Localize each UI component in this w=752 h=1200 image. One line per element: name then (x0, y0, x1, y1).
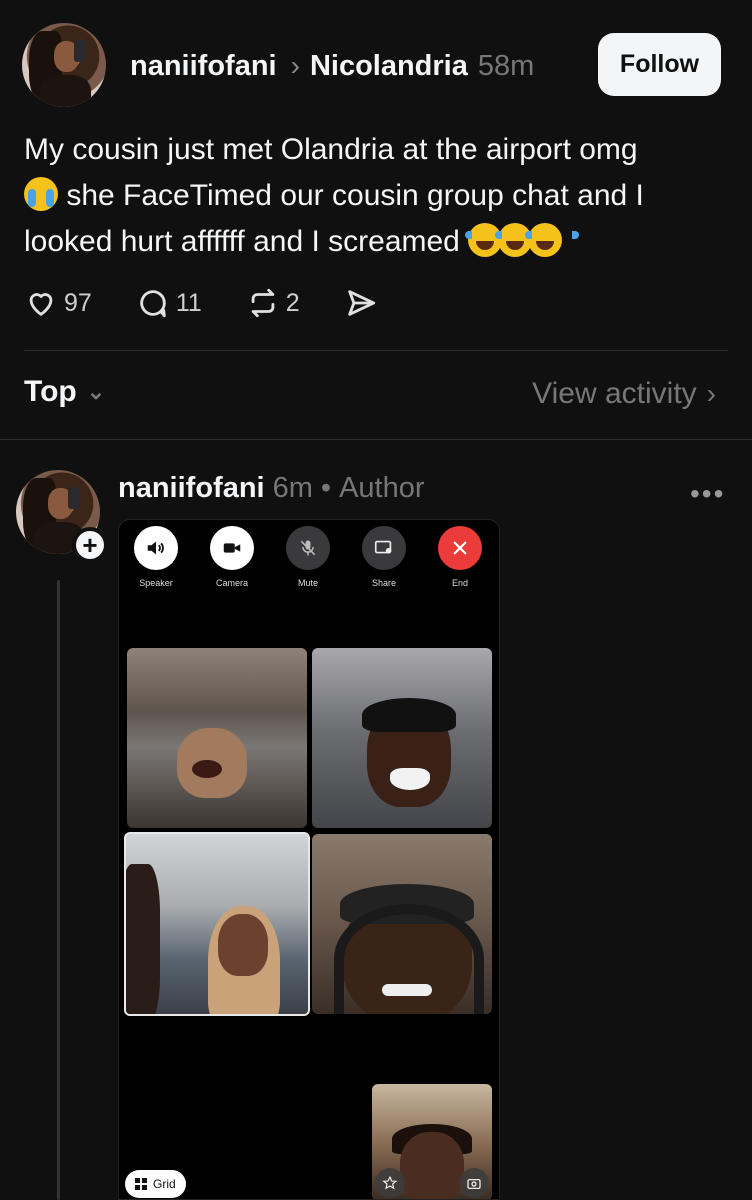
sort-dropdown[interactable]: Top ⌄ (24, 375, 105, 409)
comment-count: 11 (175, 288, 202, 317)
like-count: 97 (64, 288, 92, 317)
end-control: End (430, 526, 490, 588)
close-icon (438, 526, 482, 570)
post-text-line: she FaceTimed our cousin group chat and … (24, 173, 724, 219)
author-badge: Author (339, 471, 425, 504)
post-text-line: My cousin just met Olandria at the airpo… (24, 133, 638, 166)
video-tile (312, 834, 492, 1014)
chevron-right-icon: › (706, 378, 716, 409)
camera-icon (210, 526, 254, 570)
divider (0, 439, 752, 440)
camera-control: Camera (202, 526, 262, 588)
thread-line (57, 580, 60, 1200)
mute-control: Mute (278, 526, 338, 588)
reply-time: 6m (272, 471, 313, 504)
more-options-icon[interactable]: ••• (690, 478, 725, 510)
comment-button[interactable]: 11 (136, 286, 202, 320)
follow-button[interactable]: Follow (598, 33, 721, 96)
sort-label: Top (24, 375, 77, 408)
repost-button[interactable]: 2 (246, 286, 300, 320)
send-icon (347, 290, 375, 316)
share-button[interactable] (344, 286, 384, 320)
author-avatar[interactable] (22, 23, 106, 107)
post-actions: 97 11 2 (24, 283, 428, 323)
view-activity-link[interactable]: View activity › (532, 377, 716, 411)
repost-icon (251, 288, 275, 318)
post-text: My cousin just met Olandria at the airpo… (24, 127, 724, 265)
comment-icon (140, 290, 166, 318)
follow-plus-icon[interactable]: + (72, 527, 108, 563)
repost-count: 2 (285, 288, 300, 317)
reply-to-username[interactable]: Nicolandria (310, 50, 468, 83)
facetime-screenshot[interactable]: Speaker Camera Mute Share End Grid (118, 519, 500, 1200)
video-tile (124, 832, 310, 1016)
share-control: Share (354, 526, 414, 588)
speaker-control: Speaker (126, 526, 186, 588)
like-button[interactable]: 97 (24, 286, 92, 320)
grid-icon (135, 1178, 147, 1190)
video-tile (127, 648, 307, 828)
flip-camera-icon (459, 1168, 489, 1198)
speaker-icon (134, 526, 178, 570)
divider (24, 350, 728, 351)
heart-icon (29, 293, 53, 316)
mic-muted-icon (286, 526, 330, 570)
grid-button: Grid (125, 1170, 186, 1198)
loudly-crying-face-icon (24, 177, 58, 211)
view-activity-label: View activity (532, 377, 697, 410)
face-with-tears-of-joy-icon (524, 223, 579, 257)
chevron-down-icon: ⌄ (86, 379, 106, 404)
post-time: 58m (477, 49, 535, 82)
face-with-tears-of-joy-icon (494, 223, 549, 257)
effects-icon (375, 1168, 405, 1198)
post-text-line: looked hurt affffff and I screamed (24, 219, 724, 265)
post-header: naniifofani › Nicolandria 58m (130, 46, 534, 86)
author-username[interactable]: naniifofani (130, 50, 277, 83)
share-screen-icon (362, 526, 406, 570)
reply-author-username[interactable]: naniifofani (118, 472, 265, 505)
face-with-tears-of-joy-icon (464, 223, 519, 257)
separator-dot: • (320, 471, 332, 504)
video-tile (312, 648, 492, 828)
reply-header: naniifofani 6m • Author (118, 468, 425, 508)
chevron-right-icon: › (290, 50, 300, 81)
